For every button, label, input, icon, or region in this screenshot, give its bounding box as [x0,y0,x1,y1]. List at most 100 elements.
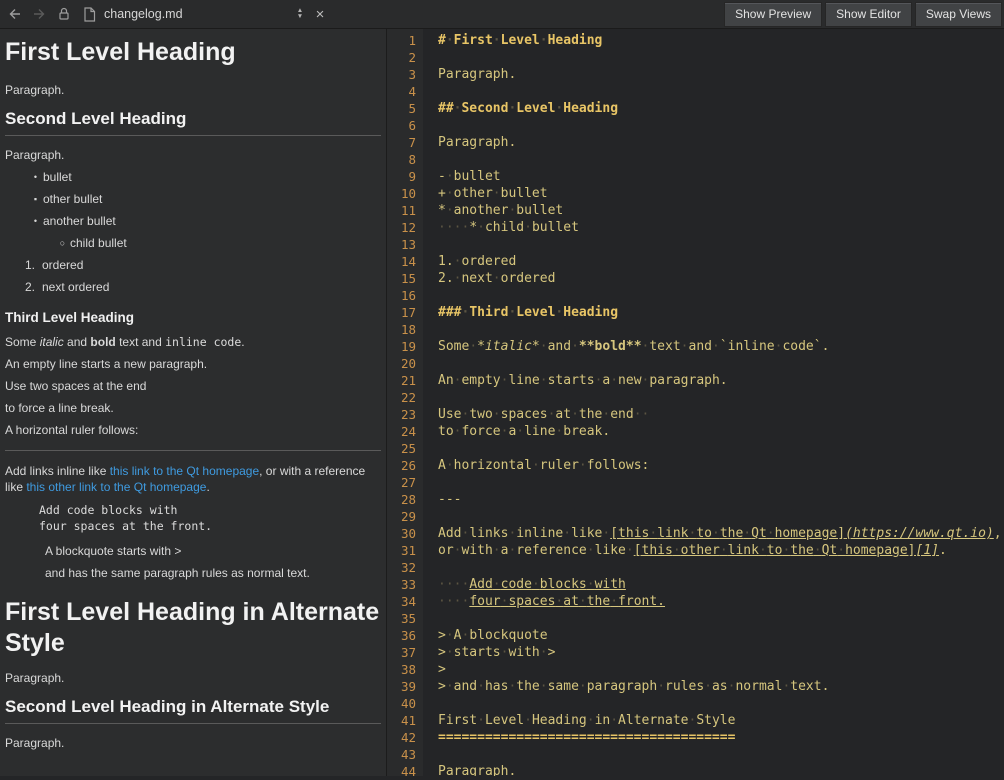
line-number: 39 [387,678,416,695]
italic-text: italic [40,335,64,349]
editor-line[interactable] [438,389,1004,406]
document-tab-title[interactable]: changelog.md [104,7,292,21]
editor-line[interactable] [438,559,1004,576]
editor-line[interactable]: -·bullet [438,168,1004,185]
editor-line[interactable]: 2.·next·ordered [438,270,1004,287]
editor-line[interactable]: Some·*italic*·and·**bold**·text·and·`inl… [438,338,1004,355]
editor-line[interactable]: A·horizontal·ruler·follows: [438,457,1004,474]
editor-line[interactable] [438,508,1004,525]
line-number: 1 [387,32,416,49]
editor-line[interactable]: ##·Second·Level·Heading [438,100,1004,117]
editor-line[interactable] [438,321,1004,338]
file-icon [78,3,100,25]
preview-paragraph: Paragraph. [5,671,381,686]
markdown-preview-pane[interactable]: First Level Heading Paragraph. Second Le… [0,29,386,776]
editor-line[interactable]: >·and·has·the·same·paragraph·rules·as·no… [438,678,1004,695]
code-segment: Some· [438,339,477,354]
editor-line[interactable] [438,746,1004,763]
editor-line[interactable]: ###·Third·Level·Heading [438,304,1004,321]
line-number: 36 [387,627,416,644]
editor-line[interactable] [438,695,1004,712]
editor-line[interactable]: ====================================== [438,729,1004,746]
code-segment: , [994,526,1002,541]
editor-line[interactable]: >·A·blockquote [438,627,1004,644]
editor-line[interactable]: Paragraph. [438,66,1004,83]
updown-icon[interactable]: ▲▼ [292,3,308,25]
editor-line[interactable]: Paragraph. [438,134,1004,151]
code-segment: 1.·ordered [438,254,516,269]
line-number: 7 [387,134,416,151]
editor-line[interactable] [438,151,1004,168]
editor-line[interactable]: --- [438,491,1004,508]
line-number: 41 [387,712,416,729]
line-number: 33 [387,576,416,593]
line-number: 3 [387,66,416,83]
editor-line[interactable]: Paragraph. [438,763,1004,776]
editor-line[interactable]: to·force·a·line·break. [438,423,1004,440]
editor-code[interactable]: #·First·Level·Heading Paragraph. ##·Second… [423,29,1004,776]
line-number: 18 [387,321,416,338]
editor-line[interactable] [438,49,1004,66]
code-segment: -·bullet [438,169,501,184]
editor-line[interactable] [438,287,1004,304]
editor-line[interactable]: Add·links·inline·like·[this·link·to·the·… [438,525,1004,542]
line-number: 27 [387,474,416,491]
code-segment: to·force·a·line·break. [438,424,610,439]
bullet-square-icon: ▪ [31,192,40,207]
code-line: four spaces at the front. [39,518,381,534]
text-run: Add links inline like [5,464,110,478]
editor-line[interactable] [438,474,1004,491]
code-segment: ##·Second·Level·Heading [438,101,618,116]
line-number: 12 [387,219,416,236]
editor-line[interactable]: ····Add·code·blocks·with [438,576,1004,593]
line-number: 21 [387,372,416,389]
editor-line[interactable] [438,440,1004,457]
split-view: First Level Heading Paragraph. Second Le… [0,29,1004,776]
line-number: 6 [387,117,416,134]
swap-views-button[interactable]: Swap Views [915,2,1002,27]
line-number: 4 [387,83,416,100]
editor-line[interactable]: +·other·bullet [438,185,1004,202]
forward-icon[interactable] [28,3,50,25]
show-editor-button[interactable]: Show Editor [825,2,912,27]
qt-homepage-link[interactable]: this link to the Qt homepage [110,464,259,478]
editor-line[interactable]: > [438,661,1004,678]
bullet-disc-icon: • [31,214,40,229]
line-number: 44 [387,763,416,780]
code-segment: . [939,543,947,558]
editor-line[interactable] [438,610,1004,627]
close-icon[interactable]: × [310,3,330,25]
back-icon[interactable] [3,3,25,25]
editor-line[interactable]: An·empty·line·starts·a·new·paragraph. [438,372,1004,389]
code-segment: First·Level·Heading·in·Alternate·Style [438,713,735,728]
preview-code-block: Add code blocks withfour spaces at the f… [39,502,381,534]
lock-icon[interactable] [53,3,75,25]
ordered-number: 1. [25,258,39,273]
code-segment: (https://www.qt.io) [845,526,994,541]
line-number: 11 [387,202,416,219]
code-segment: four·spaces·at·the·front. [469,594,665,609]
line-number: 28 [387,491,416,508]
code-segment: or·with·a·reference·like· [438,543,634,558]
show-preview-button[interactable]: Show Preview [724,2,822,27]
editor-line[interactable]: >·starts·with·> [438,644,1004,661]
editor-line[interactable]: #·First·Level·Heading [438,32,1004,49]
line-number: 40 [387,695,416,712]
list-item-label: bullet [43,170,72,185]
editor-line[interactable] [438,355,1004,372]
editor-line[interactable]: Use·two·spaces·at·the·end·· [438,406,1004,423]
list-item: • bullet [31,170,381,185]
editor-line[interactable] [438,236,1004,253]
editor-line[interactable]: *·another·bullet [438,202,1004,219]
inline-code: inline code [165,335,241,349]
editor-line[interactable]: 1.·ordered [438,253,1004,270]
editor-line[interactable]: ····four·spaces·at·the·front. [438,593,1004,610]
code-segment: ###·Third·Level·Heading [438,305,618,320]
editor-line[interactable] [438,83,1004,100]
qt-homepage-reference-link[interactable]: this other link to the Qt homepage [26,480,206,494]
editor-line[interactable] [438,117,1004,134]
editor-line[interactable]: ····*·child·bullet [438,219,1004,236]
editor-line[interactable]: First·Level·Heading·in·Alternate·Style [438,712,1004,729]
code-segment: ···· [438,577,469,592]
editor-line[interactable]: or·with·a·reference·like·[this·other·lin… [438,542,1004,559]
